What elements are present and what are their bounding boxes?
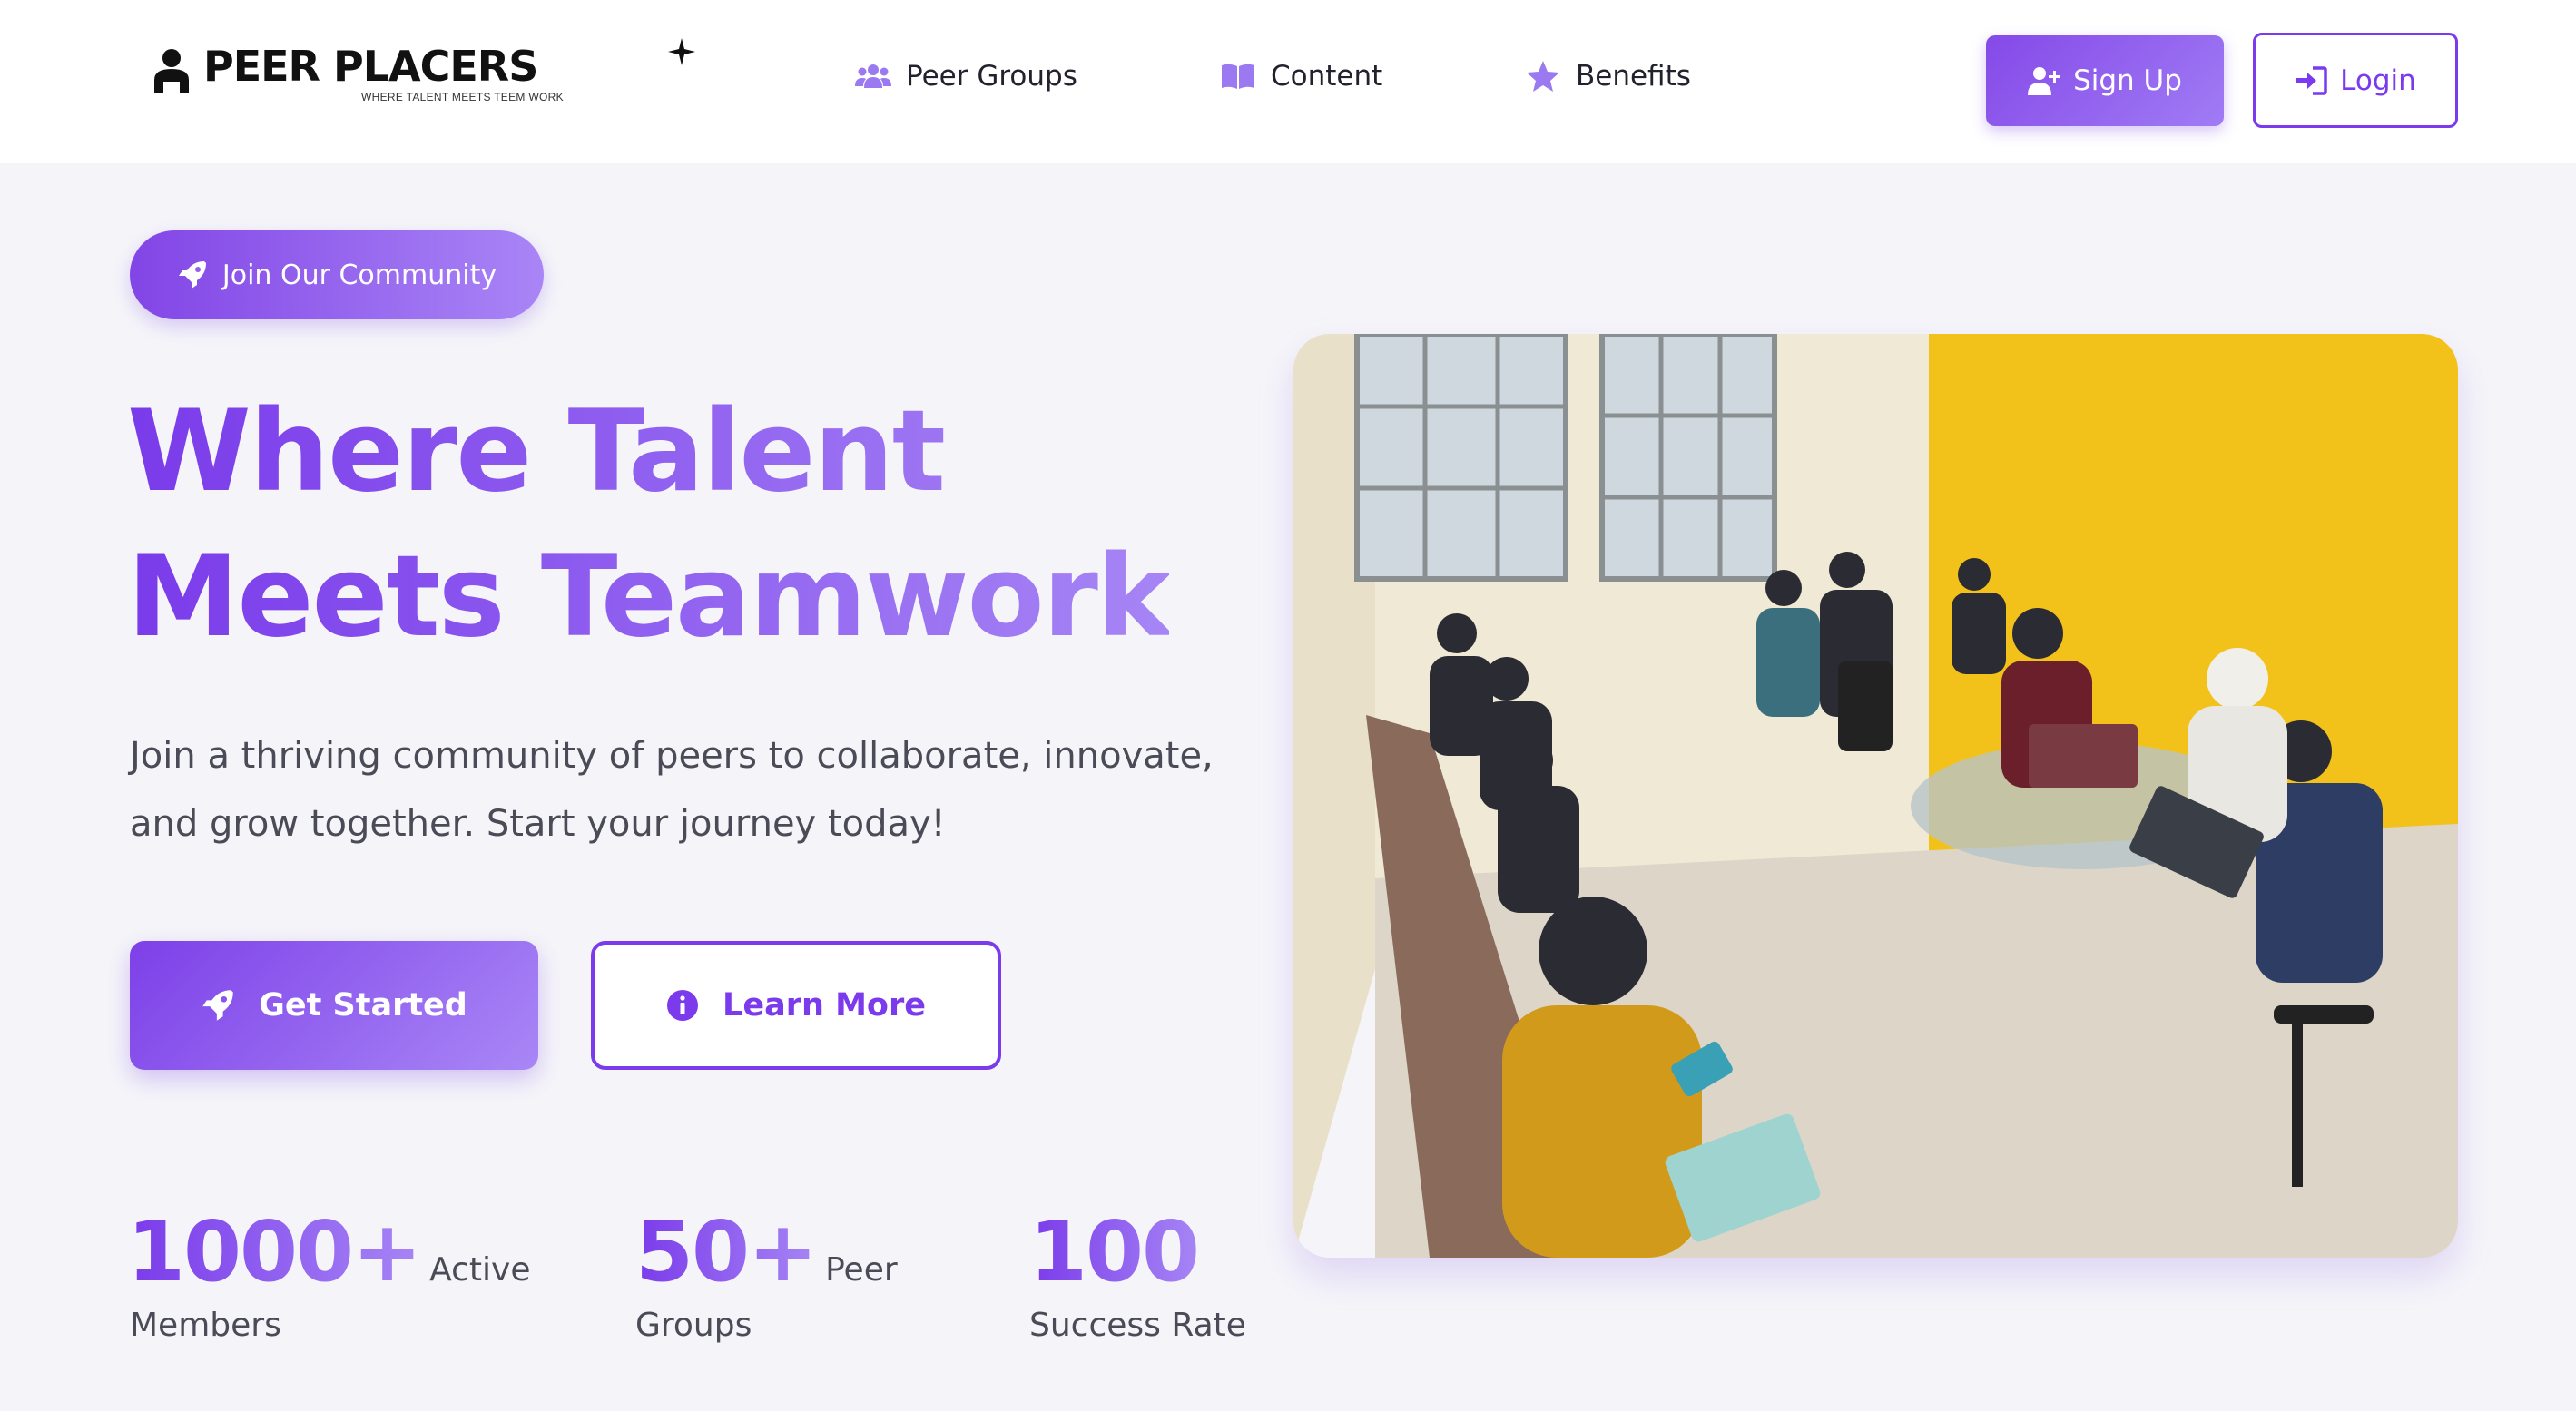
- user-plus-icon: [2028, 67, 2061, 95]
- hero-subtitle: Join a thriving community of peers to co…: [130, 735, 1214, 845]
- navbar: PEER PLACERS WHERE TALENT MEETS TEEM WOR…: [0, 0, 2576, 163]
- join-community-badge[interactable]: Join Our Community: [130, 230, 544, 319]
- person-icon: [154, 49, 189, 93]
- rocket-icon: [178, 261, 206, 289]
- nav-peer-groups[interactable]: Peer Groups: [855, 60, 1077, 93]
- get-started-label: Get Started: [259, 987, 467, 1024]
- learn-more-label: Learn More: [723, 987, 926, 1024]
- get-started-button[interactable]: Get Started: [130, 941, 538, 1070]
- stat-success-label: Success Rate: [1029, 1307, 1246, 1344]
- stat-members: 1000+ Active Members: [127, 1198, 531, 1344]
- stat-groups-label: Groups: [635, 1307, 752, 1344]
- community-photo-illustration: [1293, 334, 2458, 1258]
- brand-tagline: WHERE TALENT MEETS TEEM WORK: [361, 91, 564, 103]
- nav-benefits[interactable]: Benefits: [1525, 60, 1691, 93]
- sparkle-icon: [668, 38, 695, 65]
- stat-groups: 50+ Peer Groups: [635, 1198, 898, 1344]
- book-icon: [1222, 64, 1254, 89]
- rocket-icon: [202, 990, 233, 1021]
- nav-content-label: Content: [1271, 60, 1383, 93]
- users-icon: [855, 64, 891, 88]
- star-icon: [1527, 61, 1559, 92]
- stat-members-value: 1000+: [127, 1203, 422, 1300]
- signup-button[interactable]: Sign Up: [1986, 35, 2224, 126]
- sign-in-icon: [2296, 65, 2327, 95]
- stat-success-value: 100: [1029, 1203, 1200, 1300]
- nav-content[interactable]: Content: [1220, 60, 1382, 93]
- headline-line-2: Meets Teamwork: [127, 532, 1170, 662]
- signup-label: Sign Up: [2073, 64, 2182, 97]
- stat-members-label: Members: [130, 1307, 281, 1344]
- headline-line-1: Where Talent: [127, 387, 945, 517]
- stat-groups-inline: Peer: [825, 1251, 898, 1289]
- login-button[interactable]: Login: [2253, 33, 2458, 128]
- stat-members-inline: Active: [429, 1251, 531, 1289]
- hero-headline: Where Talent Meets Teamwork: [127, 379, 1169, 670]
- info-circle-icon: [667, 990, 699, 1021]
- badge-label: Join Our Community: [221, 259, 497, 291]
- stat-groups-value: 50+: [635, 1203, 818, 1300]
- nav-benefits-label: Benefits: [1576, 60, 1691, 93]
- stat-success: 100 Success Rate: [1029, 1198, 1246, 1344]
- login-label: Login: [2340, 64, 2416, 97]
- brand-name: PEER PLACERS: [203, 42, 538, 91]
- hero-photo: [1293, 334, 2458, 1258]
- learn-more-button[interactable]: Learn More: [591, 941, 1001, 1070]
- nav-peer-groups-label: Peer Groups: [906, 60, 1077, 93]
